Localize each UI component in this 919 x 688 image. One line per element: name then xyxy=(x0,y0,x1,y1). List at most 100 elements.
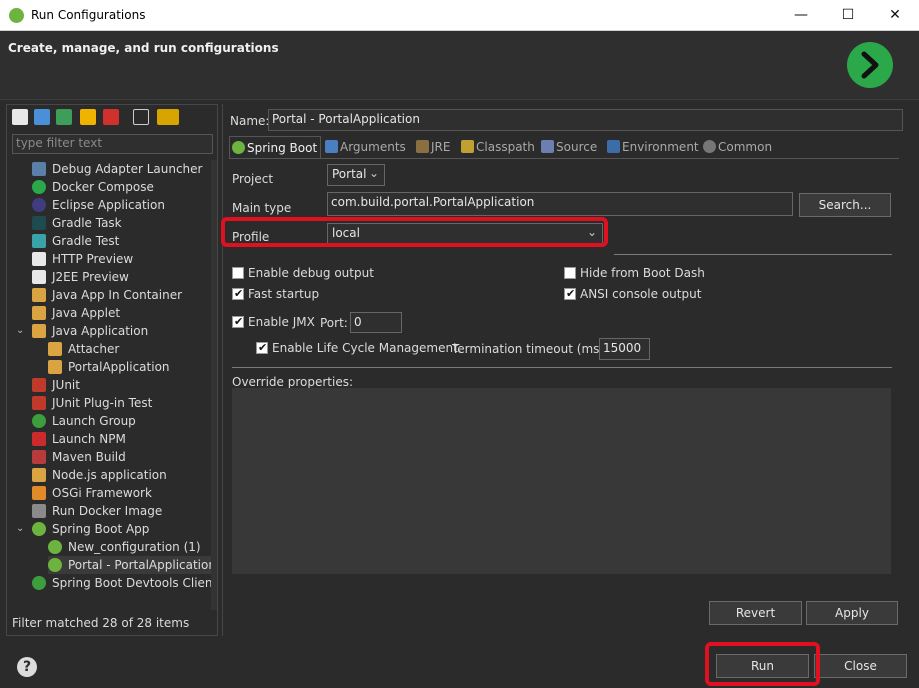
close-button[interactable]: Close xyxy=(814,654,907,678)
config-list-toolbar xyxy=(7,105,217,131)
tree-item-portal-portalapplication[interactable]: Portal - PortalApplication xyxy=(48,556,216,574)
revert-button[interactable]: Revert xyxy=(709,601,802,625)
new-config-icon[interactable] xyxy=(12,109,28,125)
java-icon xyxy=(48,342,62,356)
ansi-console-output-checkbox[interactable]: ANSI console output xyxy=(564,286,701,302)
maven-icon xyxy=(32,450,46,464)
tab-jre[interactable]: JRE xyxy=(414,136,456,158)
fast-startup-checkbox[interactable]: Fast startup xyxy=(232,286,319,302)
run-banner-icon xyxy=(847,42,893,88)
tab-source[interactable]: Source xyxy=(539,136,603,158)
tree-item-gradle-task[interactable]: Gradle Task xyxy=(32,214,211,232)
tree-item-new-configuration[interactable]: New_configuration (1) xyxy=(48,538,211,556)
export-icon[interactable] xyxy=(56,109,72,125)
tab-classpath[interactable]: Classpath xyxy=(459,136,537,158)
tree-item-spring-boot-app[interactable]: ⌄ Spring Boot App xyxy=(16,520,211,538)
spring-icon xyxy=(232,141,245,154)
project-label: Project xyxy=(232,172,274,186)
name-label: Name: xyxy=(230,114,270,128)
expand-arrow-icon[interactable]: ⌄ xyxy=(16,322,24,340)
configuration-tree[interactable]: Debug Adapter Launcher Docker Compose Ec… xyxy=(7,160,217,610)
delete-icon[interactable] xyxy=(103,109,119,125)
tree-item-gradle-test[interactable]: Gradle Test xyxy=(32,232,211,250)
apply-button[interactable]: Apply xyxy=(806,601,898,625)
hide-from-boot-dash-checkbox[interactable]: Hide from Boot Dash xyxy=(564,265,705,281)
chevron-down-icon: ⌄ xyxy=(368,166,379,180)
filter-menu-icon[interactable] xyxy=(157,109,179,125)
override-properties-textarea[interactable] xyxy=(232,388,891,574)
tab-spring-boot[interactable]: Spring Boot xyxy=(229,136,321,158)
checkbox-box-checked xyxy=(232,286,244,302)
tree-item-docker-compose[interactable]: Docker Compose xyxy=(32,178,211,196)
nodejs-icon xyxy=(32,468,46,482)
tree-item-maven-build[interactable]: Maven Build xyxy=(32,448,211,466)
new-prototype-icon[interactable] xyxy=(34,109,50,125)
tree-item-launch-group[interactable]: Launch Group xyxy=(32,412,211,430)
arguments-icon xyxy=(325,140,338,153)
tree-item-nodejs-application[interactable]: Node.js application xyxy=(32,466,211,484)
project-select[interactable]: Portal ⌄ xyxy=(327,164,385,186)
spring-app-icon xyxy=(9,8,24,23)
docker-compose-icon xyxy=(32,180,46,194)
checkbox-box xyxy=(232,267,244,279)
tree-item-osgi-framework[interactable]: OSGi Framework xyxy=(32,484,211,502)
close-window-button[interactable]: ✕ xyxy=(880,4,910,26)
search-button[interactable]: Search... xyxy=(799,193,891,217)
tree-item-run-docker-image[interactable]: Run Docker Image xyxy=(32,502,211,520)
divider xyxy=(232,367,892,368)
termination-timeout-label: Termination timeout (ms): xyxy=(452,342,609,356)
spring-icon xyxy=(48,558,62,572)
termination-timeout-field[interactable]: 15000 xyxy=(599,338,650,360)
tab-environment[interactable]: Environment xyxy=(605,136,699,158)
tree-item-portalapplication[interactable]: PortalApplication xyxy=(48,358,211,376)
enable-debug-output-checkbox[interactable]: Enable debug output xyxy=(232,265,374,281)
enable-jmx-checkbox[interactable]: Enable JMX xyxy=(232,314,315,330)
tree-item-http-preview[interactable]: HTTP Preview xyxy=(32,250,211,268)
override-properties-label: Override properties: xyxy=(232,375,354,389)
tree-item-junit-plugin-test[interactable]: JUnit Plug-in Test xyxy=(32,394,211,412)
name-field[interactable]: Portal - PortalApplication xyxy=(268,109,903,131)
window-titlebar: Run Configurations — ☐ ✕ xyxy=(0,0,919,31)
filter-status: Filter matched 28 of 28 items xyxy=(12,616,190,630)
enable-lifecycle-checkbox[interactable]: Enable Life Cycle Management. xyxy=(256,340,462,356)
environment-icon xyxy=(607,140,620,153)
tree-item-spring-boot-devtools-client[interactable]: Spring Boot Devtools Client xyxy=(32,574,217,592)
minimize-button[interactable]: — xyxy=(786,4,816,26)
tree-item-launch-npm[interactable]: Launch NPM xyxy=(32,430,211,448)
java-icon xyxy=(32,306,46,320)
tab-common[interactable]: Common xyxy=(701,136,775,158)
main-type-label: Main type xyxy=(232,201,292,215)
tree-item-java-application[interactable]: ⌄ Java Application xyxy=(16,322,211,340)
junit-icon xyxy=(32,396,46,410)
filter-input[interactable]: type filter text xyxy=(12,134,213,154)
port-label: Port: xyxy=(320,316,348,330)
run-highlight xyxy=(705,642,820,686)
tree-item-java-app-in-container[interactable]: Java App In Container xyxy=(32,286,211,304)
preview-icon xyxy=(32,252,46,266)
main-type-field[interactable]: com.build.portal.PortalApplication xyxy=(327,192,793,216)
duplicate-icon[interactable] xyxy=(80,109,96,125)
tree-item-java-applet[interactable]: Java Applet xyxy=(32,304,211,322)
tree-item-junit[interactable]: JUnit xyxy=(32,376,211,394)
gradle-icon xyxy=(32,216,46,230)
profile-highlight xyxy=(221,217,608,247)
osgi-icon xyxy=(32,486,46,500)
source-icon xyxy=(541,140,554,153)
port-field[interactable]: 0 xyxy=(350,312,402,333)
classpath-icon xyxy=(461,140,474,153)
tree-item-attacher[interactable]: Attacher xyxy=(48,340,211,358)
tab-arguments[interactable]: Arguments xyxy=(323,136,411,158)
help-icon[interactable]: ? xyxy=(17,657,37,677)
tree-item-j2ee-preview[interactable]: J2EE Preview xyxy=(32,268,211,286)
expand-arrow-icon[interactable]: ⌄ xyxy=(16,520,24,538)
tree-item-eclipse-application[interactable]: Eclipse Application xyxy=(32,196,211,214)
checkbox-box-checked xyxy=(232,314,244,330)
tree-scrollbar[interactable] xyxy=(211,160,217,610)
tree-item-debug-adapter[interactable]: Debug Adapter Launcher xyxy=(32,160,211,178)
junit-icon xyxy=(32,378,46,392)
launch-group-icon xyxy=(32,414,46,428)
spring-devtools-icon xyxy=(32,576,46,590)
spring-icon xyxy=(48,540,62,554)
maximize-button[interactable]: ☐ xyxy=(833,4,863,26)
collapse-all-icon[interactable] xyxy=(133,109,149,125)
